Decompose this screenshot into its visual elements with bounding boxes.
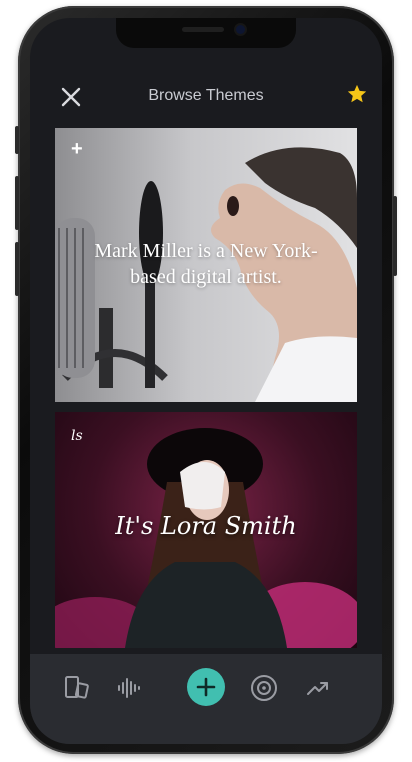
- page-title: Browse Themes: [148, 87, 264, 104]
- volume-down-button: [15, 242, 19, 296]
- speaker: [182, 27, 224, 32]
- front-camera: [236, 25, 245, 34]
- star-icon[interactable]: [346, 83, 368, 105]
- power-button: [393, 196, 397, 276]
- card-caption: It's Lora Smith: [115, 512, 297, 540]
- bottom-tab-bar: [30, 654, 382, 744]
- add-icon: [196, 677, 216, 697]
- theme-card-1[interactable]: + Mark Miller is a New York-based digita…: [55, 128, 357, 402]
- mute-switch: [15, 126, 19, 154]
- card-add-button[interactable]: +: [71, 138, 83, 161]
- card-caption: Mark Miller is a New York-based digital …: [94, 240, 318, 288]
- notch: [116, 18, 296, 48]
- volume-up-button: [15, 176, 19, 230]
- vinyl-icon[interactable]: [244, 668, 284, 708]
- header: Browse Themes: [30, 78, 382, 114]
- app-screen: Browse Themes + Mark Miller is a New Yor…: [30, 18, 382, 744]
- theme-card-2[interactable]: ls It's Lora Smith: [55, 412, 357, 648]
- card-badge[interactable]: ls: [71, 428, 83, 444]
- trending-icon[interactable]: [298, 668, 338, 708]
- devices-icon[interactable]: [56, 668, 96, 708]
- add-button[interactable]: [187, 668, 225, 706]
- waveform-icon[interactable]: [108, 668, 148, 708]
